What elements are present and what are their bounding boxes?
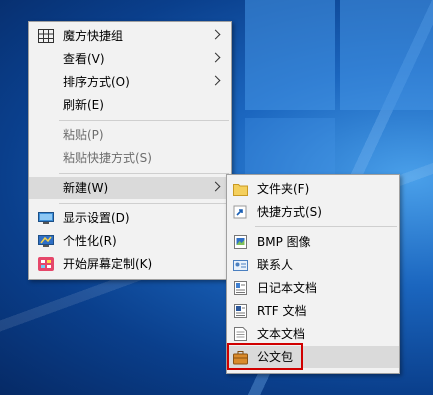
menu-item-label: 开始屏幕定制(K)	[63, 257, 153, 271]
menu-item-new[interactable]: 新建(W)	[29, 177, 231, 199]
submenu-item-folder[interactable]: 文件夹(F)	[227, 178, 399, 200]
menu-item-label: 排序方式(O)	[63, 75, 130, 89]
shortcut-icon	[233, 204, 248, 220]
windows-logo-pane	[245, 0, 335, 110]
windows-logo-pane	[340, 0, 433, 110]
journal-icon	[233, 280, 248, 296]
start-screen-icon	[38, 257, 54, 271]
grid-icon	[38, 29, 54, 43]
submenu-item-bmp-image[interactable]: BMP 图像	[227, 231, 399, 253]
display-icon	[38, 211, 54, 225]
menu-item-mofang-shortcuts[interactable]: 魔方快捷组	[29, 25, 231, 47]
rtf-document-icon	[233, 303, 248, 319]
menu-item-view[interactable]: 查看(V)	[29, 48, 231, 70]
submenu-item-label: BMP 图像	[257, 235, 311, 249]
menu-item-label: 查看(V)	[63, 52, 105, 66]
submenu-item-label: 联系人	[257, 258, 294, 272]
menu-item-paste-shortcut: 粘贴快捷方式(S)	[29, 147, 231, 169]
menu-separator	[59, 120, 229, 121]
chevron-right-icon	[210, 181, 221, 192]
submenu-item-rtf-document[interactable]: RTF 文档	[227, 300, 399, 322]
bmp-image-icon	[233, 234, 248, 250]
annotation-highlight-box	[227, 343, 303, 370]
submenu-item-label: 文本文档	[257, 327, 306, 341]
menu-item-sort-by[interactable]: 排序方式(O)	[29, 71, 231, 93]
contact-icon	[233, 257, 248, 273]
submenu-item-text-document[interactable]: 文本文档	[227, 323, 399, 345]
chevron-right-icon	[210, 52, 221, 63]
text-document-icon	[233, 326, 248, 342]
menu-item-label: 魔方快捷组	[63, 29, 124, 43]
menu-item-personalize[interactable]: 个性化(R)	[29, 230, 231, 252]
menu-item-label: 粘贴快捷方式(S)	[63, 151, 152, 165]
menu-item-label: 刷新(E)	[63, 98, 104, 112]
menu-item-label: 个性化(R)	[63, 234, 117, 248]
menu-item-refresh[interactable]: 刷新(E)	[29, 94, 231, 116]
submenu-item-contact[interactable]: 联系人	[227, 254, 399, 276]
submenu-item-label: 文件夹(F)	[257, 182, 310, 196]
menu-item-paste: 粘贴(P)	[29, 124, 231, 146]
menu-item-display-settings[interactable]: 显示设置(D)	[29, 207, 231, 229]
menu-item-label: 粘贴(P)	[63, 128, 104, 142]
submenu-item-label: 日记本文档	[257, 281, 318, 295]
menu-separator	[255, 226, 397, 227]
submenu-item-label: 快捷方式(S)	[257, 205, 322, 219]
menu-item-label: 显示设置(D)	[63, 211, 130, 225]
folder-icon	[233, 181, 248, 197]
personalize-icon	[38, 234, 54, 248]
submenu-item-shortcut[interactable]: 快捷方式(S)	[227, 201, 399, 223]
menu-separator	[59, 173, 229, 174]
menu-item-start-screen[interactable]: 开始屏幕定制(K)	[29, 253, 231, 275]
submenu-item-journal[interactable]: 日记本文档	[227, 277, 399, 299]
menu-item-label: 新建(W)	[63, 181, 109, 195]
submenu-item-label: RTF 文档	[257, 304, 307, 318]
chevron-right-icon	[210, 75, 221, 86]
menu-separator	[59, 203, 229, 204]
chevron-right-icon	[210, 29, 221, 40]
desktop-context-menu: 魔方快捷组 查看(V) 排序方式(O) 刷新(E) 粘贴(P) 粘贴快捷方式(S…	[28, 21, 232, 280]
